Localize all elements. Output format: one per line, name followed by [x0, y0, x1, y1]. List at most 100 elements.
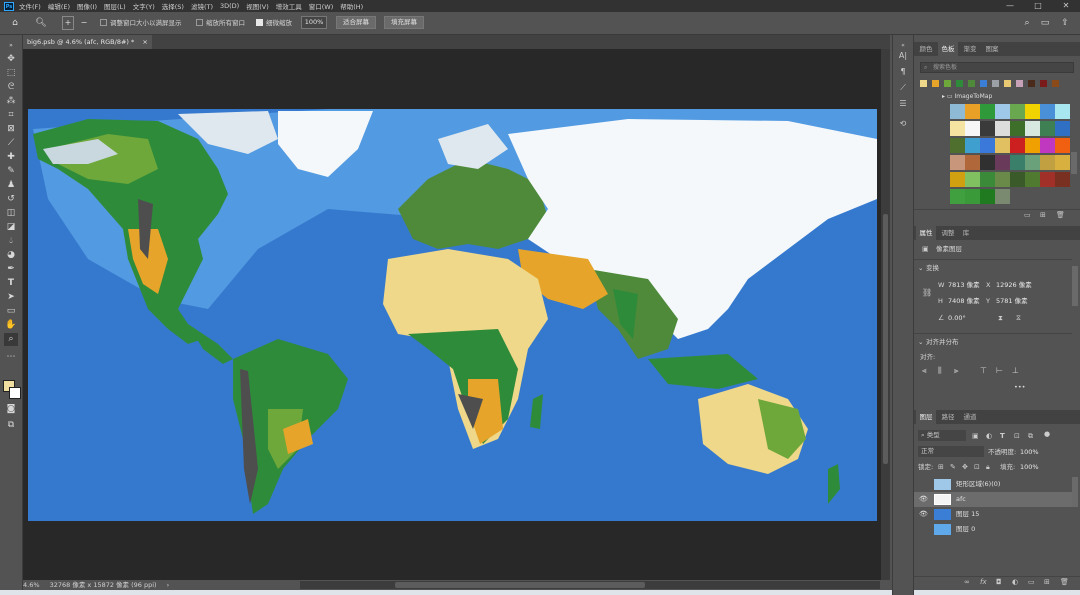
- history-panel-icon[interactable]: ⟲: [896, 117, 910, 130]
- new-group-icon[interactable]: ▭: [1024, 211, 1031, 219]
- visibility-eye-icon[interactable]: 👁︎: [919, 492, 928, 507]
- swatch[interactable]: [965, 189, 980, 204]
- swatch[interactable]: [995, 189, 1010, 204]
- menu-window[interactable]: 窗口(W): [309, 1, 334, 11]
- swatch[interactable]: [1010, 138, 1025, 153]
- eraser-tool-icon[interactable]: ◫: [4, 207, 18, 220]
- path-selection-tool-icon[interactable]: ➤: [4, 291, 18, 304]
- filter-adjustment-icon[interactable]: ◐: [986, 431, 992, 441]
- lasso-tool-icon[interactable]: ᘓ: [4, 81, 18, 94]
- swatch[interactable]: [1055, 121, 1070, 136]
- angle-field[interactable]: 0.00°: [948, 313, 966, 323]
- close-window-button[interactable]: ✕: [1052, 0, 1080, 12]
- zoom-tool-icon[interactable]: 🔍︎: [32, 16, 50, 30]
- tab-libraries[interactable]: 库: [958, 226, 974, 240]
- layer-row[interactable]: 矩形区域(6)(0): [914, 477, 1072, 492]
- vertical-scrollbar[interactable]: [881, 49, 890, 580]
- status-zoom[interactable]: 4.6%: [23, 581, 40, 589]
- align-center-icon[interactable]: ⫼: [938, 366, 942, 376]
- add-mask-icon[interactable]: ◘: [996, 578, 1002, 586]
- swatch[interactable]: [1040, 104, 1055, 119]
- tab-patterns[interactable]: 图案: [982, 42, 1002, 56]
- eyedropper-tool-icon[interactable]: ⟋: [4, 137, 18, 150]
- hand-tool-icon[interactable]: ✋: [4, 319, 18, 332]
- swatch[interactable]: [995, 104, 1010, 119]
- link-layers-icon[interactable]: ∞: [964, 578, 970, 586]
- tab-properties[interactable]: 属性: [916, 226, 936, 240]
- swatch[interactable]: [1025, 138, 1040, 153]
- workspace-icon[interactable]: ▭: [1038, 16, 1052, 30]
- swatch[interactable]: [965, 121, 980, 136]
- menu-select[interactable]: 选择(S): [162, 1, 184, 11]
- filter-smart-object-icon[interactable]: ⧉: [1028, 431, 1033, 441]
- swatch[interactable]: [1025, 155, 1040, 170]
- swatch[interactable]: [1040, 155, 1055, 170]
- recent-swatch[interactable]: [968, 80, 975, 87]
- search-icon[interactable]: ⌕: [1020, 16, 1034, 30]
- marquee-tool-icon[interactable]: ⬚: [4, 67, 18, 80]
- swatch[interactable]: [980, 155, 995, 170]
- flip-vertical-icon[interactable]: ⧖: [1016, 313, 1021, 323]
- lock-image-icon[interactable]: ✎: [950, 462, 956, 472]
- swatch[interactable]: [995, 155, 1010, 170]
- zoom-all-windows-checkbox[interactable]: [196, 19, 203, 26]
- tab-color[interactable]: 颜色: [916, 42, 936, 56]
- canvas-area[interactable]: [23, 49, 881, 580]
- recent-swatch[interactable]: [1004, 80, 1011, 87]
- y-field[interactable]: 5781 像素: [996, 296, 1028, 306]
- menu-3d[interactable]: 3D(D): [220, 2, 239, 10]
- recent-swatch[interactable]: [980, 80, 987, 87]
- menu-plugins[interactable]: 增效工具: [276, 1, 302, 11]
- pen-tool-icon[interactable]: ✒: [4, 263, 18, 276]
- collapse-toolbar-icon[interactable]: »: [4, 39, 18, 52]
- width-field[interactable]: 7813 像素: [948, 280, 980, 290]
- crop-tool-icon[interactable]: ⌗: [4, 109, 18, 122]
- paragraph-panel-icon[interactable]: ¶: [896, 65, 910, 78]
- share-icon[interactable]: ⇪: [1058, 16, 1072, 30]
- layer-filter-select[interactable]: ⌕ 类型: [918, 430, 966, 441]
- fx-icon[interactable]: fx: [980, 578, 987, 586]
- swatch[interactable]: [965, 104, 980, 119]
- new-swatch-icon[interactable]: ⊞: [1040, 211, 1046, 219]
- swatch[interactable]: [1010, 155, 1025, 170]
- zoom-in-icon[interactable]: +: [62, 16, 74, 30]
- flip-horizontal-icon[interactable]: ⧗: [998, 313, 1003, 323]
- swatch[interactable]: [1040, 121, 1055, 136]
- align-middle-icon[interactable]: ⊢: [996, 366, 1003, 376]
- recent-swatch[interactable]: [920, 80, 927, 87]
- frame-tool-icon[interactable]: ⊠: [4, 123, 18, 136]
- swatch[interactable]: [965, 172, 980, 187]
- align-top-icon[interactable]: ⊤: [980, 366, 987, 376]
- brush-settings-icon[interactable]: ⟋: [896, 81, 910, 94]
- quick-mask-icon[interactable]: ◙: [4, 403, 18, 416]
- swatch[interactable]: [950, 138, 965, 153]
- menu-type[interactable]: 文字(Y): [133, 1, 155, 11]
- tab-adjustments[interactable]: 调整: [938, 226, 958, 240]
- swatch[interactable]: [980, 104, 995, 119]
- blend-mode-select[interactable]: 正常: [918, 446, 984, 457]
- align-bottom-icon[interactable]: ⊥: [1012, 366, 1019, 376]
- swatch[interactable]: [1055, 155, 1070, 170]
- tab-layers[interactable]: 图层: [916, 410, 936, 424]
- menu-filter[interactable]: 滤镜(T): [191, 1, 213, 11]
- lock-all-icon[interactable]: 🔒︎: [986, 462, 990, 472]
- zoom-out-icon[interactable]: −: [78, 16, 90, 30]
- layers-scrollbar[interactable]: [1072, 477, 1078, 507]
- swatch[interactable]: [965, 138, 980, 153]
- swatch[interactable]: [1010, 121, 1025, 136]
- resize-windows-checkbox[interactable]: [100, 19, 107, 26]
- swatch[interactable]: [1055, 138, 1070, 153]
- type-tool-icon[interactable]: T: [4, 277, 18, 290]
- swatch[interactable]: [1040, 138, 1055, 153]
- paint-bucket-tool-icon[interactable]: ◪: [4, 221, 18, 234]
- clone-stamp-tool-icon[interactable]: ♟: [4, 179, 18, 192]
- history-brush-tool-icon[interactable]: ↺: [4, 193, 18, 206]
- delete-swatch-icon[interactable]: 🗑︎: [1056, 211, 1065, 219]
- more-tools-icon[interactable]: ⋯: [4, 351, 18, 364]
- recent-swatch[interactable]: [932, 80, 939, 87]
- menu-layer[interactable]: 图层(L): [104, 1, 126, 11]
- recent-swatch[interactable]: [1040, 80, 1047, 87]
- tab-gradients[interactable]: 渐变: [960, 42, 980, 56]
- menu-image[interactable]: 图像(I): [77, 1, 97, 11]
- tab-channels[interactable]: 通道: [960, 410, 980, 424]
